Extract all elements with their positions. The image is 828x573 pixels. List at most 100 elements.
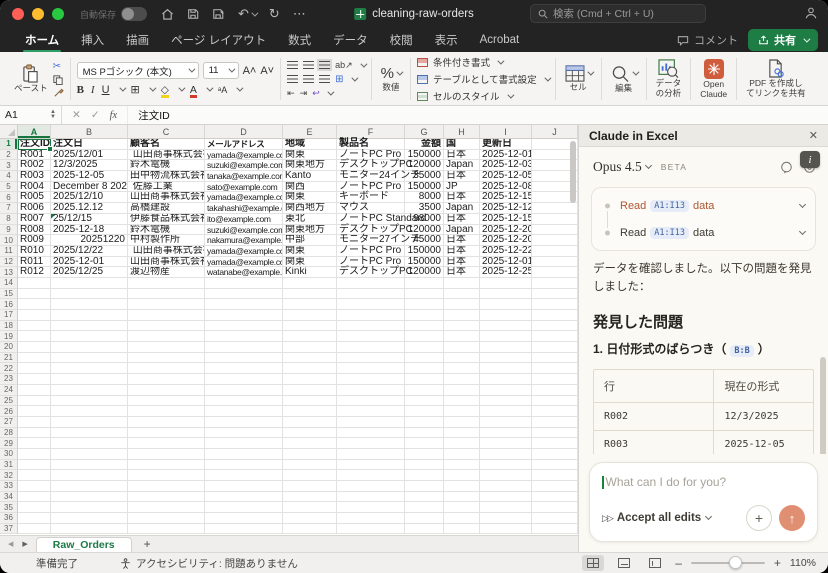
cell-D20[interactable] xyxy=(205,342,283,353)
cell-A19[interactable] xyxy=(18,331,51,342)
row-number-11[interactable]: 11 xyxy=(0,246,18,257)
cell-A5[interactable]: R004 xyxy=(18,182,51,193)
next-sheet-icon[interactable]: ▶ xyxy=(22,540,27,548)
cell-I5[interactable]: 2025-12-08 xyxy=(480,182,532,193)
cell-J28[interactable] xyxy=(532,428,578,439)
cell-D9[interactable]: suzuki@example.com xyxy=(205,225,283,236)
cell-I13[interactable]: 2025-12-25 xyxy=(480,267,532,278)
zoom-in-button[interactable]: + xyxy=(774,556,781,570)
cell-A29[interactable] xyxy=(18,438,51,449)
model-selector[interactable]: Opus 4.5 xyxy=(593,159,651,175)
cell-B9[interactable]: 2025-12-18 xyxy=(51,225,128,236)
select-all-corner[interactable] xyxy=(0,125,18,139)
cell-J22[interactable] xyxy=(532,363,578,374)
search-input[interactable]: 検索 (Cmd + Ctrl + U) xyxy=(530,4,706,23)
row-number-4[interactable]: 4 xyxy=(0,171,18,182)
cell-G34[interactable] xyxy=(405,492,444,503)
cell-G4[interactable]: 35000 xyxy=(405,171,444,182)
row-number-18[interactable]: 18 xyxy=(0,321,18,332)
cell-I36[interactable] xyxy=(480,513,532,524)
cell-H5[interactable]: JP xyxy=(444,182,480,193)
cell-G19[interactable] xyxy=(405,331,444,342)
row-number-23[interactable]: 23 xyxy=(0,374,18,385)
cell-D16[interactable] xyxy=(205,299,283,310)
tab-ホーム[interactable]: ホーム xyxy=(14,28,70,52)
tab-挿入[interactable]: 挿入 xyxy=(70,28,115,52)
cell-F26[interactable] xyxy=(337,406,405,417)
format-painter-icon[interactable] xyxy=(53,88,64,98)
accept-all-edits-button[interactable]: ▷▷ Accept all edits xyxy=(602,512,711,524)
cell-F15[interactable] xyxy=(337,289,405,300)
row-number-2[interactable]: 2 xyxy=(0,150,18,161)
panel-scrollbar[interactable] xyxy=(820,357,826,454)
cell-J12[interactable] xyxy=(532,257,578,268)
cell-B5[interactable]: December 8 2025 xyxy=(51,182,128,193)
cell-A15[interactable] xyxy=(18,289,51,300)
cell-J29[interactable] xyxy=(532,438,578,449)
cell-J27[interactable] xyxy=(532,417,578,428)
tab-Acrobat[interactable]: Acrobat xyxy=(469,28,531,52)
cell-H17[interactable] xyxy=(444,310,480,321)
cell-J7[interactable] xyxy=(532,203,578,214)
cell-J21[interactable] xyxy=(532,353,578,364)
cell-H28[interactable] xyxy=(444,428,480,439)
cell-F33[interactable] xyxy=(337,481,405,492)
cell-E22[interactable] xyxy=(283,363,337,374)
row-number-29[interactable]: 29 xyxy=(0,438,18,449)
cell-A22[interactable] xyxy=(18,363,51,374)
wrap-text-icon[interactable]: ↩ xyxy=(312,88,320,99)
cell-C10[interactable]: 中村製作所 xyxy=(128,235,205,246)
column-header-J[interactable]: J xyxy=(532,125,578,139)
cell-I31[interactable] xyxy=(480,460,532,471)
align-center-icon[interactable] xyxy=(303,75,314,83)
cell-G21[interactable] xyxy=(405,353,444,364)
cell-I29[interactable] xyxy=(480,438,532,449)
cell-D3[interactable]: suzuki@example.com xyxy=(205,160,283,171)
cell-H16[interactable] xyxy=(444,299,480,310)
cell-A35[interactable] xyxy=(18,502,51,513)
cell-C34[interactable] xyxy=(128,492,205,503)
cell-G22[interactable] xyxy=(405,363,444,374)
cell-H34[interactable] xyxy=(444,492,480,503)
cell-B3[interactable]: 12/3/2025 xyxy=(51,160,128,171)
row-number-15[interactable]: 15 xyxy=(0,289,18,300)
cell-A8[interactable]: R007 xyxy=(18,214,51,225)
cell-I30[interactable] xyxy=(480,449,532,460)
row-number-9[interactable]: 9 xyxy=(0,225,18,236)
tab-校閲[interactable]: 校閲 xyxy=(379,28,424,52)
cell-B8[interactable]: 25/12/15 xyxy=(51,214,128,225)
cell-G30[interactable] xyxy=(405,449,444,460)
close-window-button[interactable] xyxy=(12,8,24,20)
cell-H8[interactable]: 日本 xyxy=(444,214,480,225)
analyze-data-button[interactable]: データの分析 xyxy=(653,59,685,99)
cell-B25[interactable] xyxy=(51,396,128,407)
cell-J13[interactable] xyxy=(532,267,578,278)
cell-J11[interactable] xyxy=(532,246,578,257)
tool-range-pill[interactable]: A1:I13 xyxy=(650,200,689,212)
account-icon[interactable] xyxy=(804,6,818,20)
cell-E15[interactable] xyxy=(283,289,337,300)
cell-D21[interactable] xyxy=(205,353,283,364)
zoom-slider[interactable] xyxy=(691,562,765,564)
row-number-24[interactable]: 24 xyxy=(0,385,18,396)
cell-I23[interactable] xyxy=(480,374,532,385)
cell-J15[interactable] xyxy=(532,289,578,300)
copy-icon[interactable] xyxy=(53,75,64,85)
column-header-A[interactable]: A xyxy=(18,125,51,139)
cell-A31[interactable] xyxy=(18,460,51,471)
cell-H30[interactable] xyxy=(444,449,480,460)
cell-A10[interactable]: R009 xyxy=(18,235,51,246)
cell-H19[interactable] xyxy=(444,331,480,342)
cell-E18[interactable] xyxy=(283,321,337,332)
cell-I19[interactable] xyxy=(480,331,532,342)
tool-expand-chevron-icon[interactable] xyxy=(799,227,806,234)
tab-データ[interactable]: データ xyxy=(322,28,379,52)
cell-E23[interactable] xyxy=(283,374,337,385)
cell-F24[interactable] xyxy=(337,385,405,396)
cell-E33[interactable] xyxy=(283,481,337,492)
tool-expand-chevron-icon[interactable] xyxy=(799,200,806,207)
cell-E9[interactable]: 関東地方 xyxy=(283,225,337,236)
cell-E12[interactable]: 関東 xyxy=(283,257,337,268)
cell-D15[interactable] xyxy=(205,289,283,300)
cell-C26[interactable] xyxy=(128,406,205,417)
